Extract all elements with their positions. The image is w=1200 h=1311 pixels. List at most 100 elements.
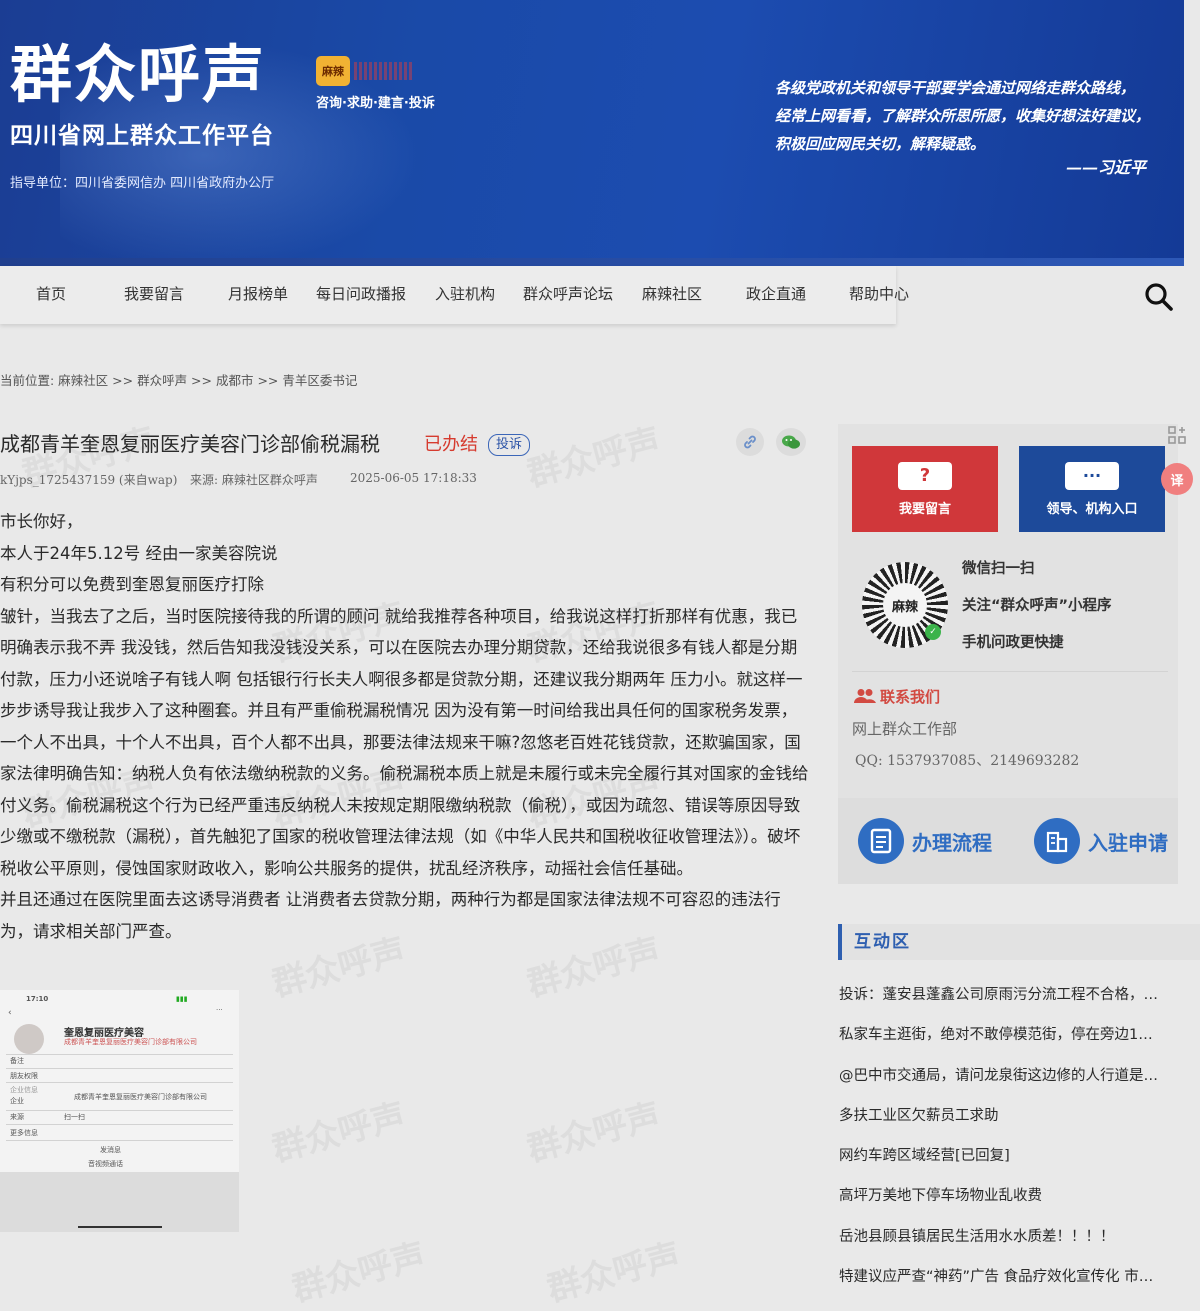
shot-action-call: 音视频通话 <box>88 1160 123 1168</box>
article-paragraph: 并且还通过在医院里面去这诱导消费者 让消费者去贷款分期，两种行为都是国家法律法规… <box>0 890 781 941</box>
share-wechat-button[interactable] <box>776 428 806 456</box>
shot-row-value: 成都青羊奎恩复丽医疗美容门诊部有限公司 <box>74 1093 207 1101</box>
article-paragraph: 皱针，当我去了之后，当时医院接待我的所谓的顾问 就给我推荐各种项目，给我说这样打… <box>0 606 809 878</box>
qr-line: 关注“群众呼声”小程序 <box>962 598 1112 614</box>
shot-row-label: 来源 <box>10 1113 24 1121</box>
divider <box>6 1054 233 1055</box>
back-icon: ‹ <box>8 1008 12 1018</box>
link-icon <box>744 435 756 449</box>
shot-row-label: 备注 <box>10 1057 24 1065</box>
quote-author: ——习近平 <box>1066 158 1147 177</box>
shot-action-message: 发消息 <box>100 1146 121 1154</box>
qr-line: 手机问政更快捷 <box>962 635 1064 651</box>
post-date: 2025-06-05 17:18:33 <box>350 471 477 485</box>
leader-entry-button[interactable]: ··· 领导、机构入口 <box>1019 446 1165 532</box>
quote-line: 各级党政机关和领导干部要学会通过网络走群众路线， <box>775 79 1136 97</box>
nav-item-mala-community[interactable]: 麻辣社区 <box>642 266 702 324</box>
article-paragraph: 本人于24年5.12号 经由一家美容院说 <box>0 543 278 563</box>
divider <box>6 1068 233 1069</box>
main-nav: 首页 我要留言 月报榜单 每日问政播报 入驻机构 群众呼声论坛 麻辣社区 政企直… <box>0 266 909 324</box>
translate-icon[interactable]: 译 <box>1161 463 1193 495</box>
mala-logo-icon: 麻辣 <box>316 56 350 86</box>
interact-item[interactable]: 特建议应严查“神药”广告 食品疗效化宣传化 市… <box>839 1264 1189 1304</box>
watermark: 群众呼声 <box>523 1095 665 1170</box>
divider <box>6 1124 233 1125</box>
chat-bubble-icon: ··· <box>1065 461 1119 490</box>
interact-item[interactable]: @巴中市交通局，请问龙泉街这边修的人行道是… <box>839 1063 1189 1103</box>
nav-item-home[interactable]: 首页 <box>36 266 66 324</box>
nav-item-forum[interactable]: 群众呼声论坛 <box>523 266 613 324</box>
interact-item[interactable]: 岳池县顾县镇居民生活用水水质差！！！！ <box>839 1224 1189 1264</box>
quote-line: 经常上网看看，了解群众所思所愿，收集好想法好建议， <box>775 107 1151 125</box>
more-icon: ··· <box>216 1006 223 1014</box>
nav-item-gov-business[interactable]: 政企直通 <box>746 266 806 324</box>
banner-bottom-strip <box>0 258 1184 266</box>
leave-message-button[interactable]: ? 我要留言 <box>852 446 998 532</box>
attached-screenshot[interactable]: 17:10 ▮▮▮ ‹ ··· 奎恩复丽医疗美容 成都青羊奎恩复丽医疗美容门诊部… <box>0 990 239 1232</box>
divider <box>6 1110 233 1111</box>
nav-item-monthly-ranking[interactable]: 月报榜单 <box>228 266 288 324</box>
search-icon[interactable] <box>1143 281 1173 311</box>
shot-row-label: 更多信息 <box>10 1129 38 1137</box>
logo-fine-print <box>354 62 412 80</box>
mini-program-icon: ✓ <box>925 624 941 640</box>
qr-logo: 麻辣 <box>883 583 927 627</box>
shot-time: 17:10 <box>26 995 49 1003</box>
interact-item[interactable]: 网约车跨区域经营[已回复] <box>839 1143 1189 1183</box>
contact-header: 联系我们 <box>854 686 940 707</box>
watermark: 群众呼声 <box>268 1095 410 1170</box>
join-apply-link[interactable]: 入驻申请 <box>1034 816 1168 866</box>
people-icon <box>854 689 876 703</box>
brand-tagline: 咨询·求助·建言·投诉 <box>316 96 435 111</box>
interact-item[interactable]: 高坪万美地下停车场物业乱收费 <box>839 1183 1189 1223</box>
interact-item[interactable]: 私家车主逛街，绝对不敢停模范街，停在旁边1… <box>839 1022 1189 1062</box>
watermark: 群众呼声 <box>543 1235 685 1310</box>
divider <box>6 1140 233 1141</box>
article-body: 市长你好， 本人于24年5.12号 经由一家美容院说 有积分可以免费到奎恩复丽医… <box>0 506 812 947</box>
nav-item-agencies[interactable]: 入驻机构 <box>435 266 495 324</box>
interact-item[interactable]: 多扶工业区欠薪员工求助 <box>839 1103 1189 1143</box>
article-title: 成都青羊奎恩复丽医疗美容门诊部偷税漏税 <box>0 432 380 456</box>
home-indicator <box>78 1226 162 1228</box>
contact-title: 联系我们 <box>880 688 941 706</box>
nav-item-help[interactable]: 帮助中心 <box>849 266 909 324</box>
article-paragraph: 有积分可以免费到奎恩复丽医疗打除 <box>0 575 264 594</box>
status-badge: 已办结 <box>424 434 478 455</box>
divider <box>6 1082 233 1083</box>
question-icon: ? <box>898 461 952 490</box>
shot-row-label: 企业信息 <box>10 1086 38 1094</box>
brand-title: 群众呼声 <box>10 38 267 111</box>
interact-section-title: 互动区 <box>838 924 1200 960</box>
guide-units: 指导单位：四川省委网信办 四川省政府办公厅 <box>10 176 275 191</box>
breadcrumb: 当前位置: 麻辣社区 >> 群众呼声 >> 成都市 >> 青羊区委书记 <box>0 373 358 388</box>
document-icon <box>858 818 904 864</box>
brand-subtitle: 四川省网上群众工作平台 <box>10 123 274 149</box>
divider <box>852 671 1168 672</box>
avatar <box>14 1024 44 1054</box>
process-flow-link[interactable]: 办理流程 <box>858 816 992 866</box>
banner-quote: 各级党政机关和领导干部要学会通过网络走群众路线， 经常上网看看，了解群众所思所愿… <box>775 74 1184 158</box>
post-author: kYjps_1725437159 (来自wap) <box>0 473 178 487</box>
shot-row-value: 扫一扫 <box>64 1113 85 1121</box>
interact-item[interactable]: 投诉：蓬安县蓬鑫公司原雨污分流工程不合格，… <box>839 982 1189 1022</box>
building-icon <box>1034 818 1080 864</box>
leave-message-label: 我要留言 <box>898 501 951 517</box>
join-apply-label: 入驻申请 <box>1088 830 1168 855</box>
nav-item-daily-broadcast[interactable]: 每日问政播报 <box>316 266 406 324</box>
interact-list: 投诉：蓬安县蓬鑫公司原雨污分流工程不合格，… 私家车主逛街，绝对不敢停模范街，停… <box>839 982 1189 1304</box>
shot-empty-area <box>0 1172 239 1232</box>
post-source: 来源: 麻辣社区群众呼声 <box>190 473 318 487</box>
grid-icon[interactable] <box>1168 426 1186 444</box>
shot-row-label: 企业 <box>10 1097 24 1105</box>
leader-entry-label: 领导、机构入口 <box>1046 501 1138 517</box>
shot-row-label: 朋友权限 <box>10 1072 38 1080</box>
nav-item-leave-message[interactable]: 我要留言 <box>124 266 184 324</box>
watermark: 群众呼声 <box>523 420 665 495</box>
article-paragraph: 市长你好， <box>0 512 83 531</box>
qr-line: 微信扫一扫 <box>962 561 1035 577</box>
watermark: 群众呼声 <box>288 1235 430 1310</box>
battery-icon: ▮▮▮ <box>176 995 188 1003</box>
share-link-button[interactable] <box>736 428 764 456</box>
process-flow-label: 办理流程 <box>912 830 992 855</box>
contact-dept: 网上群众工作部 <box>852 720 958 738</box>
